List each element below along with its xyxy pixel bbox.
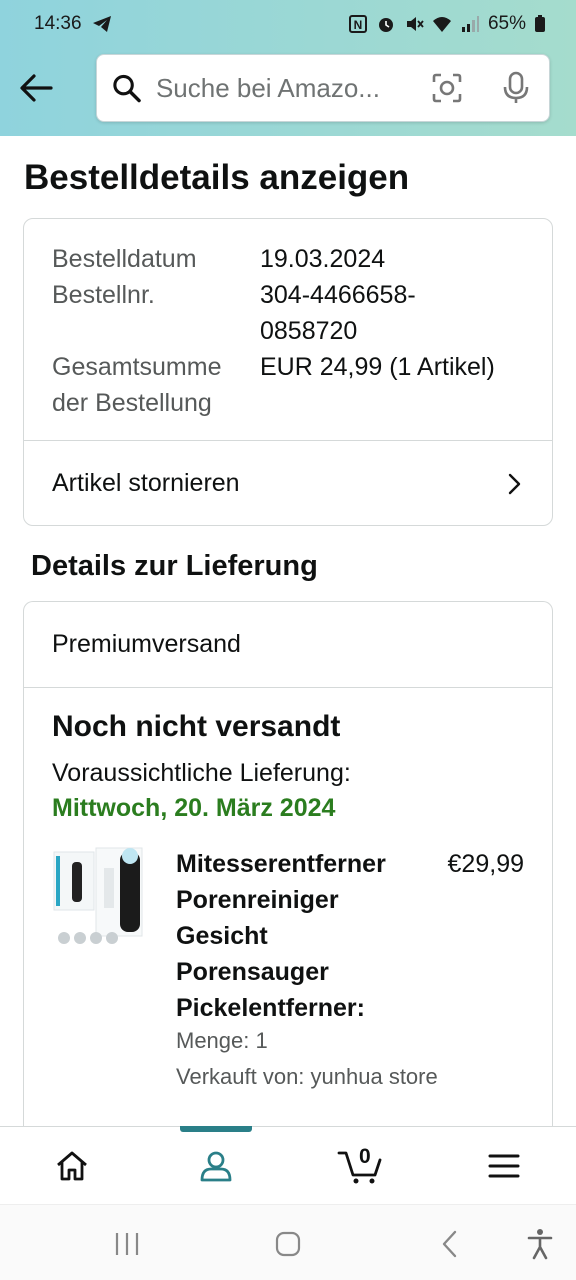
camera-search-button[interactable] <box>426 66 469 110</box>
voice-search-button[interactable] <box>494 66 537 110</box>
nav-account[interactable] <box>144 1126 288 1204</box>
nav-home[interactable] <box>0 1127 144 1204</box>
cancel-items-label: Artikel stornieren <box>52 469 240 497</box>
shipment-status: Noch nicht versandt <box>52 710 341 743</box>
camera-scan-icon <box>432 73 462 103</box>
shipping-method: Premiumversand <box>24 602 552 688</box>
battery-icon <box>535 15 545 32</box>
order-total-label-line1: Gesamtsumme <box>52 353 222 381</box>
order-number-value: 304-4466658- 0858720 <box>260 277 524 349</box>
order-date-label: Bestelldatum <box>52 245 197 273</box>
status-icons: N 65% <box>348 13 546 35</box>
back-button[interactable] <box>16 68 56 108</box>
home-system-icon <box>275 1231 301 1257</box>
cancel-items-row[interactable]: Artikel stornieren <box>24 440 552 525</box>
bottom-navigation: 0 <box>0 1126 576 1204</box>
product-image[interactable] <box>52 846 152 950</box>
product-quantity: Menge: 1 <box>176 1028 268 1053</box>
product-name-line: Porensauger <box>176 958 329 986</box>
order-total-label-line2: der Bestellung <box>52 389 212 417</box>
product-name-line: Mitesserentferner <box>176 850 386 878</box>
product-name[interactable]: Mitesserentferner Porenreiniger Gesicht … <box>176 846 426 1026</box>
order-date-value: 19.03.2024 <box>260 245 386 273</box>
accessibility-icon <box>527 1229 553 1260</box>
system-back-button[interactable] <box>430 1227 470 1261</box>
recent-apps-icon <box>115 1233 139 1255</box>
chevron-left-icon <box>442 1230 457 1258</box>
order-number-line1: 304-4466658- <box>260 281 416 309</box>
nav-active-indicator <box>180 1126 252 1132</box>
nav-cart[interactable]: 0 <box>288 1127 432 1204</box>
order-total-label: Gesamtsumme der Bestellung <box>52 349 260 421</box>
search-bar[interactable] <box>96 54 550 122</box>
status-time: 14:36 <box>34 13 82 34</box>
product-seller: Verkauft von: yunhua store <box>176 1064 438 1089</box>
nav-menu[interactable] <box>432 1127 576 1204</box>
search-icon <box>113 74 141 103</box>
app-header: 14:36 N 65% Suche bei Amazo... <box>0 0 576 136</box>
recent-apps-button[interactable] <box>107 1227 147 1261</box>
order-number-label: Bestellnr. <box>52 281 155 309</box>
home-system-button[interactable] <box>268 1227 308 1261</box>
product-name-line: Pickelentferner: <box>176 994 365 1022</box>
signal-icon <box>461 16 479 32</box>
svg-text:N: N <box>354 18 363 32</box>
delivery-card: Premiumversand Noch nicht versandt Vorau… <box>23 601 553 1161</box>
mute-icon <box>406 17 424 31</box>
cart-count-badge: 0 <box>359 1145 371 1168</box>
nfc-icon: N <box>348 15 367 33</box>
product-name-line: Porenreiniger <box>176 886 339 914</box>
status-bar: 14:36 N 65% <box>0 0 576 48</box>
accessibility-button[interactable] <box>520 1227 560 1261</box>
order-number-line2: 0858720 <box>260 317 358 345</box>
home-icon <box>57 1151 87 1180</box>
system-navigation-bar <box>0 1204 576 1280</box>
battery-percent: 65% <box>487 13 526 34</box>
product-price: €29,99 <box>447 850 524 878</box>
page-title: Bestelldetails anzeigen <box>24 158 410 197</box>
telegram-icon <box>92 16 111 32</box>
alarm-icon <box>378 18 393 32</box>
wifi-icon <box>432 17 451 32</box>
product-name-line: Gesicht <box>176 922 268 950</box>
order-total-value: EUR 24,99 (1 Artikel) <box>260 353 495 381</box>
search-input[interactable] <box>155 72 406 104</box>
expected-delivery-label: Voraussichtliche Lieferung: <box>52 759 351 787</box>
order-summary-card: Bestelldatum 19.03.2024 Bestellnr. 304-4… <box>23 218 553 526</box>
order-info: Bestelldatum 19.03.2024 Bestellnr. 304-4… <box>24 219 552 421</box>
chevron-right-icon <box>508 473 521 494</box>
menu-icon <box>488 1154 520 1177</box>
delivery-section-title: Details zur Lieferung <box>31 550 318 582</box>
microphone-icon <box>503 71 529 103</box>
account-icon <box>200 1151 232 1181</box>
arrow-left-icon <box>20 74 53 102</box>
expected-delivery-date: Mittwoch, 20. März 2024 <box>52 794 336 822</box>
